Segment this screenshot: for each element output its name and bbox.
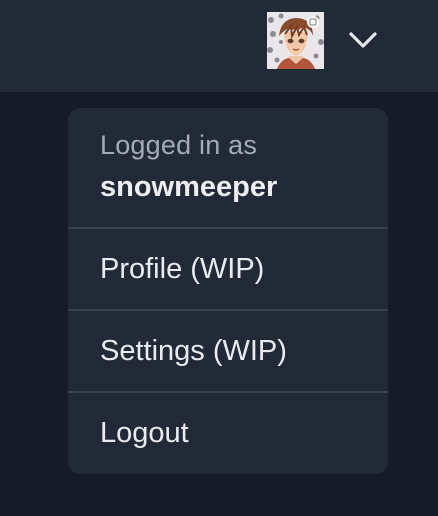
menu-item-profile[interactable]: Profile (WIP) — [68, 229, 388, 311]
menu-item-logout[interactable]: Logout — [68, 393, 388, 473]
top-navigation-bar — [0, 0, 438, 92]
account-dropdown-menu: Logged in as snowmeeper Profile (WIP) Se… — [68, 108, 388, 474]
logged-in-label: Logged in as — [100, 130, 258, 160]
username: snowmeeper — [100, 171, 278, 203]
account-menu-toggle-button[interactable] — [340, 20, 386, 60]
chevron-down-icon — [349, 32, 377, 48]
account-info-section: Logged in as snowmeeper — [68, 108, 388, 229]
avatar-image-icon — [267, 12, 324, 69]
user-avatar[interactable] — [267, 12, 324, 69]
menu-item-settings[interactable]: Settings (WIP) — [68, 311, 388, 393]
